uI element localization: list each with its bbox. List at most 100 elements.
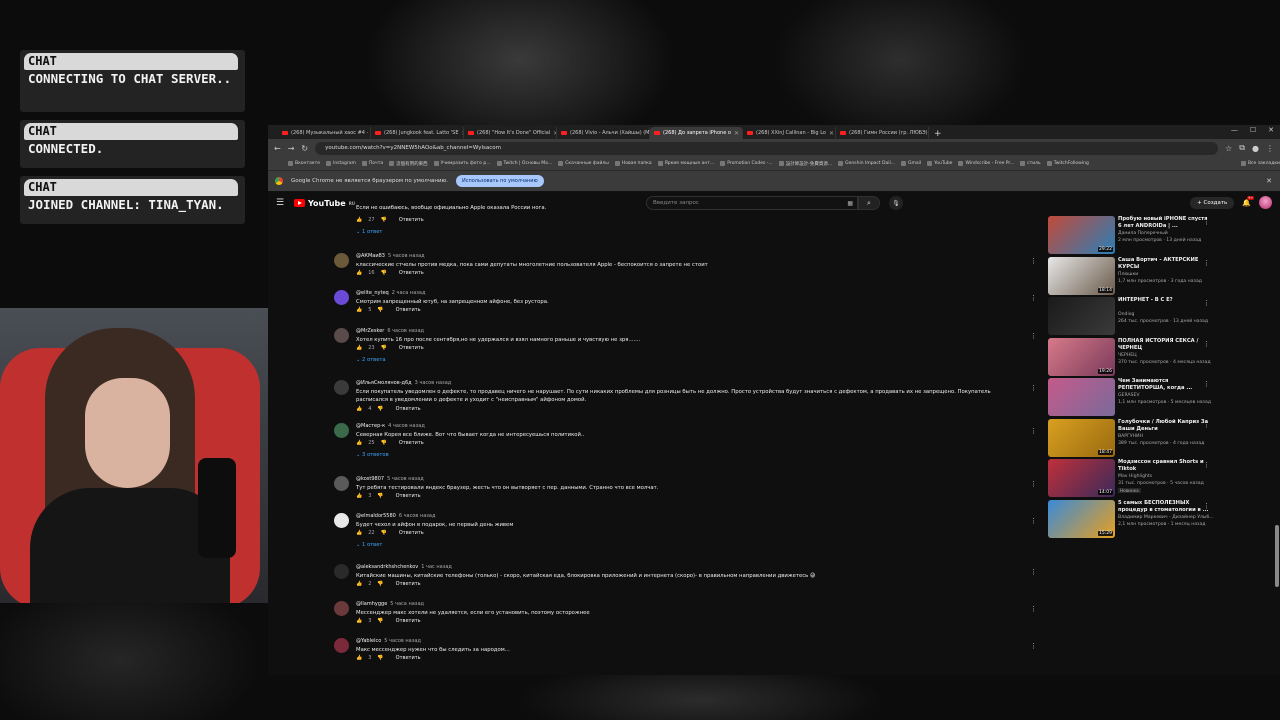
show-replies-button[interactable]: ⌄ 2 ответа bbox=[356, 357, 386, 363]
reply-button[interactable]: Ответить bbox=[396, 581, 421, 587]
recommended-video[interactable]: 14:07 Модзиссон сравнил Shorts и Tiktok … bbox=[1048, 459, 1258, 498]
commenter-avatar[interactable] bbox=[334, 601, 349, 616]
create-button[interactable]: + Создать bbox=[1190, 196, 1235, 209]
video-channel[interactable]: ВАРГУНИН bbox=[1118, 434, 1143, 439]
comment-time[interactable]: 4 часов назад bbox=[388, 423, 425, 429]
browser-menu-icon[interactable]: ⋮ bbox=[1266, 144, 1274, 153]
comment-menu-icon[interactable]: ⋮ bbox=[1030, 568, 1037, 576]
comment-time[interactable]: 5 часов назад bbox=[384, 638, 421, 644]
video-thumbnail[interactable] bbox=[1048, 378, 1115, 416]
dislike-icon[interactable]: 👎 bbox=[377, 618, 383, 624]
bookmark-item[interactable]: YouTube bbox=[927, 161, 952, 166]
dislike-icon[interactable]: 👎 bbox=[381, 440, 387, 446]
video-channel[interactable]: Плюшки bbox=[1118, 272, 1138, 277]
reply-button[interactable]: Ответить bbox=[399, 217, 424, 223]
commenter-avatar[interactable] bbox=[334, 564, 349, 579]
like-icon[interactable]: 👍 bbox=[356, 217, 362, 223]
profile-icon[interactable]: ● bbox=[1252, 144, 1259, 153]
video-menu-icon[interactable]: ⋮ bbox=[1203, 299, 1210, 307]
comment-author[interactable]: @ИльяСмолянов-д6д bbox=[356, 380, 412, 386]
comment-time[interactable]: 6 часов назад bbox=[399, 513, 436, 519]
comment-time[interactable]: 6 часов назад bbox=[387, 328, 424, 334]
bookmark-item[interactable]: 設計師設計-免費資源... bbox=[778, 161, 832, 167]
video-channel[interactable]: Данила Поперечный bbox=[1118, 231, 1168, 236]
reply-button[interactable]: Ответить bbox=[396, 493, 421, 499]
dislike-icon[interactable]: 👎 bbox=[377, 655, 383, 661]
extensions-icon[interactable]: ⧉ bbox=[1239, 143, 1245, 153]
video-title[interactable]: 5 самых БЕСПОЛЕЗНЫХ процедур в стоматоло… bbox=[1118, 500, 1212, 514]
notifications-button[interactable]: 🔔 9+ bbox=[1242, 195, 1255, 207]
dislike-icon[interactable]: 👎 bbox=[377, 493, 383, 499]
comment-menu-icon[interactable]: ⋮ bbox=[1030, 427, 1037, 435]
reply-button[interactable]: Ответить bbox=[396, 307, 421, 313]
comment-time[interactable]: 5 часов назад bbox=[387, 476, 424, 482]
comment-time[interactable]: 5 часов назад bbox=[388, 253, 425, 259]
bookmark-item[interactable]: Gmail bbox=[901, 161, 921, 166]
video-menu-icon[interactable]: ⋮ bbox=[1203, 259, 1210, 267]
bookmark-item[interactable]: Учимразить фото р... bbox=[433, 161, 491, 166]
comment-menu-icon[interactable]: ⋮ bbox=[1030, 294, 1037, 302]
video-channel[interactable]: Ondiog bbox=[1118, 312, 1134, 317]
reply-button[interactable]: Ответить bbox=[399, 440, 424, 446]
commenter-avatar[interactable] bbox=[334, 513, 349, 528]
comment-menu-icon[interactable]: ⋮ bbox=[1030, 480, 1037, 488]
comment-author[interactable]: @elite_nyteq bbox=[356, 290, 389, 296]
comment-menu-icon[interactable]: ⋮ bbox=[1030, 605, 1037, 613]
bookmark-item[interactable]: 這個有用的東西 bbox=[389, 161, 428, 167]
dislike-icon[interactable]: 👎 bbox=[377, 406, 383, 412]
video-menu-icon[interactable]: ⋮ bbox=[1203, 340, 1210, 348]
reply-button[interactable]: Ответить bbox=[399, 345, 424, 351]
comment-menu-icon[interactable]: ⋮ bbox=[1030, 642, 1037, 650]
set-default-button[interactable]: Использовать по умолчанию bbox=[455, 175, 544, 187]
like-icon[interactable]: 👍 bbox=[356, 345, 362, 351]
browser-tab[interactable]: (268) Jungkook feat. Latto 'SE ✕ bbox=[371, 127, 464, 139]
new-tab-button[interactable]: + bbox=[929, 129, 947, 139]
video-channel[interactable]: ЧЕРНЕЦ bbox=[1118, 353, 1137, 358]
like-icon[interactable]: 👍 bbox=[356, 440, 362, 446]
dislike-icon[interactable]: 👎 bbox=[381, 345, 387, 351]
show-replies-button[interactable]: ⌄ 1 ответ bbox=[356, 542, 382, 548]
commenter-avatar[interactable] bbox=[334, 328, 349, 343]
video-thumbnail[interactable]: 18:47 bbox=[1048, 418, 1115, 457]
like-icon[interactable]: 👍 bbox=[356, 655, 362, 661]
account-avatar[interactable] bbox=[1259, 196, 1272, 209]
reply-button[interactable]: Ответить bbox=[399, 270, 424, 276]
browser-tab[interactable]: (268) Vivio - Альчи (Хайшы) (M ✕ bbox=[557, 127, 650, 139]
reply-button[interactable]: Ответить bbox=[399, 530, 424, 536]
video-menu-icon[interactable]: ⋮ bbox=[1203, 421, 1210, 429]
recommended-video[interactable]: 15:29 5 самых БЕСПОЛЕЗНЫХ процедур в сто… bbox=[1048, 499, 1258, 539]
comment-author[interactable]: @llamhygge bbox=[356, 601, 387, 607]
browser-tab[interactable]: (268) "How It's Done" Official ✕ bbox=[464, 127, 557, 139]
like-icon[interactable]: 👍 bbox=[356, 530, 362, 536]
video-thumbnail[interactable]: 15:29 bbox=[1048, 499, 1115, 538]
dislike-icon[interactable]: 👎 bbox=[381, 530, 387, 536]
comment-menu-icon[interactable]: ⋮ bbox=[1030, 332, 1037, 340]
youtube-logo[interactable]: YouTube RU bbox=[294, 199, 355, 208]
comment-author[interactable]: @Мастер-к bbox=[356, 423, 385, 429]
video-channel[interactable]: Max Highlights bbox=[1118, 474, 1152, 479]
dislike-icon[interactable]: 👎 bbox=[377, 581, 383, 587]
tab-close-icon[interactable]: ✕ bbox=[734, 130, 739, 137]
comment-author[interactable]: @aleksandrkhshchenkov bbox=[356, 564, 418, 570]
browser-tab[interactable]: (268) До запрета iPhone о ✕ bbox=[650, 127, 743, 139]
video-thumbnail[interactable]: 29:22 bbox=[1048, 216, 1115, 254]
browser-tab[interactable]: (268) XXinJ Callinan - Big Lo ✕ bbox=[743, 127, 836, 139]
infobar-close-icon[interactable]: ✕ bbox=[1266, 177, 1272, 185]
video-thumbnail[interactable] bbox=[1048, 297, 1115, 335]
minimize-icon[interactable]: — bbox=[1231, 126, 1238, 134]
video-thumbnail[interactable]: 19:26 bbox=[1048, 337, 1115, 376]
video-thumbnail[interactable]: 14:07 bbox=[1048, 459, 1115, 497]
back-icon[interactable]: ← bbox=[274, 144, 281, 153]
like-icon[interactable]: 👍 bbox=[356, 493, 362, 499]
video-title[interactable]: Чем Занимаются РЕПЕТИТОРША, когда ... bbox=[1118, 378, 1212, 392]
dislike-icon[interactable]: 👎 bbox=[381, 217, 387, 223]
video-thumbnail[interactable]: 18:14 bbox=[1048, 256, 1115, 295]
like-icon[interactable]: 👍 bbox=[356, 270, 362, 276]
comment-menu-icon[interactable]: ⋮ bbox=[1030, 517, 1037, 525]
commenter-avatar[interactable] bbox=[334, 290, 349, 305]
maximize-icon[interactable]: ☐ bbox=[1250, 126, 1256, 134]
browser-tab[interactable]: (268) Гимн России (гр. ЛЮБЭ) ✕ bbox=[836, 127, 929, 139]
close-window-icon[interactable]: ✕ bbox=[1268, 126, 1274, 134]
commenter-avatar[interactable] bbox=[334, 253, 349, 268]
comment-author[interactable]: @MrZesker bbox=[356, 328, 384, 334]
